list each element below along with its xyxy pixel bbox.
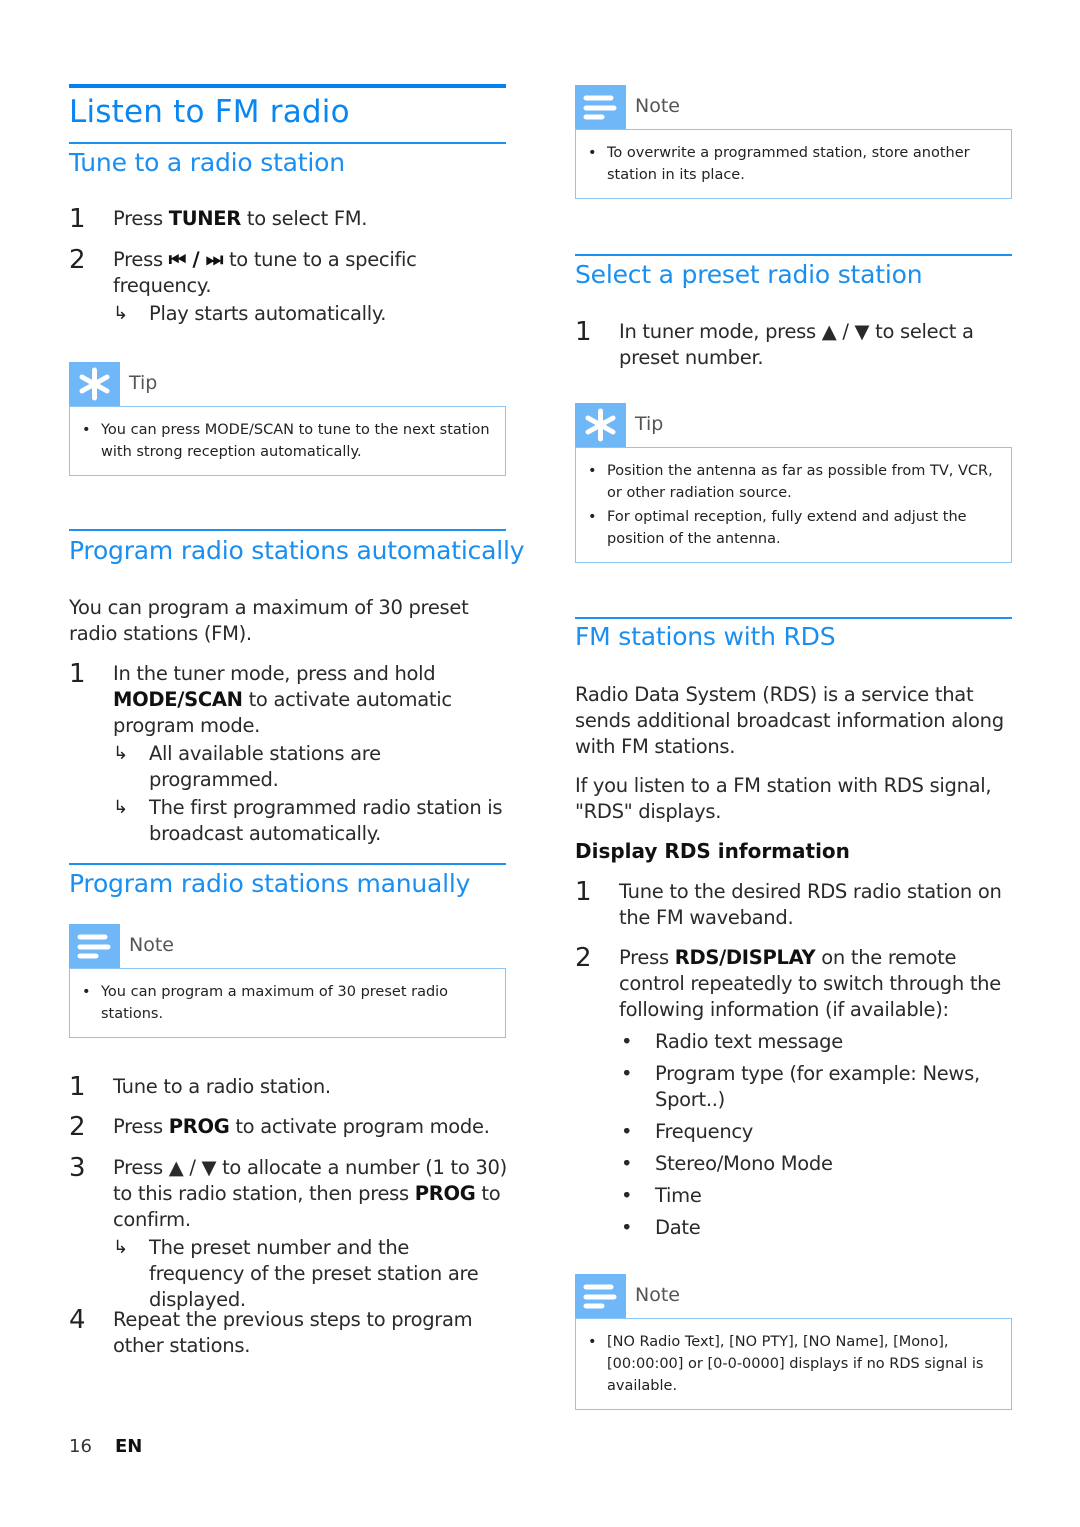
step-text: Press ⏮ / ⏭ to tune to a specific freque…	[113, 247, 509, 327]
key-label: MODE/SCAN	[113, 688, 243, 711]
callout-label: Tip	[129, 372, 158, 394]
callout-body: • [NO Radio Text], [NO PTY], [NO Name], […	[575, 1318, 1012, 1410]
callout-item: • You can program a maximum of 30 preset …	[82, 984, 449, 1022]
step-number: 3	[69, 1153, 86, 1183]
step-text: In tuner mode, press ▲ / ▼ to select a p…	[619, 320, 974, 369]
result-arrow-icon: ↳	[113, 797, 128, 818]
step-text: In the tuner mode, press and hold MODE/S…	[113, 661, 509, 847]
step-result: ↳ Play starts automatically.	[113, 302, 387, 325]
step-result: ↳ The first programmed radio station is b…	[113, 796, 503, 845]
step-text: Press TUNER to select FM.	[113, 207, 368, 230]
callout-body: • You can press MODE/SCAN to tune to the …	[69, 406, 506, 476]
callout-item: • [NO Radio Text], [NO PTY], [NO Name], […	[588, 1334, 984, 1394]
result-arrow-icon: ↳	[113, 303, 128, 324]
step-text: Press ▲ / ▼ to allocate a number (1 to 3…	[113, 1155, 509, 1313]
section-rule	[69, 529, 506, 531]
callout-body: • You can program a maximum of 30 preset …	[69, 968, 506, 1038]
page-footer: 16 EN	[69, 1436, 142, 1457]
page-title: Listen to FM radio	[69, 94, 350, 130]
rds-info-item: • Date	[621, 1216, 701, 1239]
rds-paragraph-1: Radio Data System (RDS) is a service tha…	[575, 683, 1004, 758]
rds-info-item: • Time	[621, 1184, 702, 1207]
callout-item: • You can press MODE/SCAN to tune to the …	[82, 422, 490, 460]
note-lines-icon	[69, 924, 120, 968]
callout-item: • Position the antenna as far as possible…	[588, 463, 993, 501]
step-number: 1	[575, 877, 592, 907]
asterisk-tip-icon	[69, 362, 120, 406]
rds-info-item: • Frequency	[621, 1120, 754, 1143]
title-rule	[69, 84, 506, 88]
step-text: Press RDS/DISPLAY on the remote control …	[619, 945, 1015, 1241]
note-lines-icon	[575, 85, 626, 129]
callout-body: • To overwrite a programmed station, stor…	[575, 129, 1012, 199]
heading-tune: Tune to a radio station	[69, 148, 345, 177]
rds-info-item: • Program type (for example: News, Sport.…	[621, 1062, 980, 1111]
callout-label: Note	[635, 95, 680, 117]
heading-rds: FM stations with RDS	[575, 622, 836, 651]
step-number: 2	[69, 245, 86, 275]
step-text: Press PROG to activate program mode.	[113, 1115, 490, 1138]
rds-info-item: • Stereo/Mono Mode	[621, 1152, 833, 1175]
skip-buttons-glyph: ⏮ / ⏭	[168, 248, 224, 271]
step-number: 1	[69, 204, 86, 234]
heading-auto: Program radio stations automatically	[69, 536, 525, 565]
rds-paragraph-2: If you listen to a FM station with RDS s…	[575, 774, 992, 823]
step-result: ↳ The preset number and the frequency of …	[113, 1236, 479, 1311]
heading-preset: Select a preset radio station	[575, 260, 923, 289]
step-number: 1	[575, 317, 592, 347]
key-label: PROG	[168, 1115, 230, 1138]
step-number: 2	[575, 943, 592, 973]
section-rule	[69, 863, 506, 865]
auto-intro: You can program a maximum of 30 preset r…	[69, 596, 469, 645]
key-label: TUNER	[168, 207, 242, 230]
step-text: Repeat the previous steps to program oth…	[113, 1308, 473, 1357]
subheading-display-rds: Display RDS information	[575, 839, 850, 863]
section-rule	[575, 617, 1012, 619]
result-arrow-icon: ↳	[113, 1237, 128, 1258]
step-number: 1	[69, 659, 86, 689]
asterisk-tip-icon	[575, 403, 626, 447]
step-number: 4	[69, 1305, 86, 1335]
callout-body: • Position the antenna as far as possible…	[575, 447, 1012, 563]
step-number: 2	[69, 1112, 86, 1142]
step-number: 1	[69, 1072, 86, 1102]
section-rule	[69, 142, 506, 144]
result-arrow-icon: ↳	[113, 743, 128, 764]
step-text: Tune to the desired RDS radio station on…	[619, 880, 1002, 929]
callout-item: • To overwrite a programmed station, stor…	[588, 145, 970, 183]
callout-label: Tip	[635, 413, 664, 435]
note-lines-icon	[575, 1274, 626, 1318]
heading-manual: Program radio stations manually	[69, 869, 471, 898]
callout-label: Note	[635, 1284, 680, 1306]
language-code: EN	[115, 1436, 143, 1457]
key-label: PROG	[414, 1182, 476, 1205]
rds-info-item: • Radio text message	[621, 1030, 843, 1053]
section-rule	[575, 254, 1012, 256]
step-result: ↳ All available stations are programmed.	[113, 742, 381, 791]
page-number: 16	[69, 1436, 92, 1457]
key-label: RDS/DISPLAY	[674, 946, 816, 969]
step-text: Tune to a radio station.	[113, 1075, 331, 1098]
callout-label: Note	[129, 934, 174, 956]
callout-item: • For optimal reception, fully extend and…	[588, 509, 967, 547]
